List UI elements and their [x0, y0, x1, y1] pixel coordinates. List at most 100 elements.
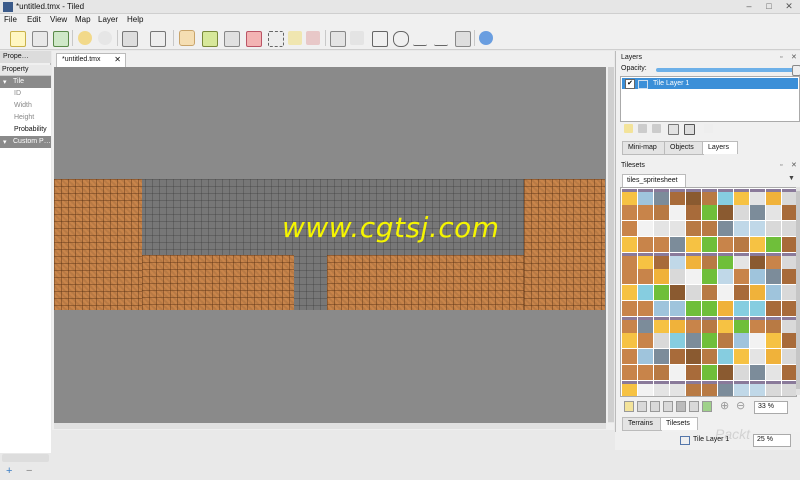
tileset-tile[interactable]	[734, 301, 749, 316]
tileset-tile[interactable]	[686, 349, 701, 364]
tileset-tile[interactable]	[654, 221, 669, 236]
new-map-icon[interactable]	[10, 31, 26, 47]
tileset-tile[interactable]	[766, 333, 781, 348]
tileset-tile[interactable]	[734, 333, 749, 348]
tileset-tile[interactable]	[750, 285, 765, 300]
tileset-tile[interactable]	[750, 333, 765, 348]
tileset-tile[interactable]	[638, 205, 653, 220]
tileset-tile[interactable]	[702, 237, 717, 252]
tileset-tile[interactable]	[670, 221, 685, 236]
undo-icon[interactable]	[78, 31, 92, 45]
remove-tileset-icon[interactable]	[676, 401, 686, 412]
tab-layers[interactable]: Layers	[702, 141, 738, 154]
import-tileset-icon[interactable]	[637, 401, 647, 412]
remove-property-button[interactable]: −	[26, 465, 32, 477]
tileset-tile[interactable]	[702, 269, 717, 284]
tileset-tile[interactable]	[622, 301, 637, 316]
tileset-tile[interactable]	[718, 381, 733, 396]
duplicate-layer-icon[interactable]	[668, 124, 679, 135]
tileset-tile[interactable]	[622, 285, 637, 300]
delete-layer-icon[interactable]	[684, 124, 695, 135]
eraser-icon[interactable]	[246, 31, 262, 47]
tab-mini-map[interactable]: Mini-map	[622, 141, 666, 155]
tileset-tile[interactable]	[638, 237, 653, 252]
export-tileset-icon[interactable]	[650, 401, 660, 412]
tileset-tile[interactable]	[750, 237, 765, 252]
tileset-tile[interactable]	[686, 205, 701, 220]
tab-terrains[interactable]: Terrains	[622, 417, 662, 431]
tileset-tile[interactable]	[670, 269, 685, 284]
tileset-tile[interactable]	[686, 381, 701, 396]
close-tab-icon[interactable]: ✕	[114, 55, 121, 64]
maximize-button[interactable]: □	[762, 1, 776, 12]
tileset-tile[interactable]	[750, 349, 765, 364]
tileset-tile[interactable]	[750, 221, 765, 236]
tileset-tile[interactable]	[638, 269, 653, 284]
tileset-tile[interactable]	[718, 205, 733, 220]
current-layer-label[interactable]: Tile Layer 1	[693, 436, 729, 443]
tileset-tile[interactable]	[702, 381, 717, 396]
tileset-tile[interactable]	[638, 333, 653, 348]
tileset-tile[interactable]	[766, 381, 781, 396]
tileset-tile[interactable]	[734, 269, 749, 284]
toggle-other-layers-icon[interactable]	[704, 124, 713, 133]
tileset-tile[interactable]	[686, 237, 701, 252]
tileset-tile[interactable]	[734, 237, 749, 252]
map-zoom-select[interactable]: 25 %	[753, 434, 791, 447]
tab-untitled-tmx[interactable]: *untitled.tmx ✕	[56, 53, 126, 67]
tileset-tile[interactable]	[638, 365, 653, 380]
map-horizontal-scrollbar[interactable]	[54, 423, 606, 429]
tileset-tile[interactable]	[734, 349, 749, 364]
tileset-tile[interactable]	[654, 269, 669, 284]
move-icon[interactable]	[479, 31, 493, 45]
tab-objects[interactable]: Objects	[664, 141, 704, 155]
tileset-tile[interactable]	[654, 365, 669, 380]
tileset-tile[interactable]	[702, 349, 717, 364]
tileset-properties-icon[interactable]	[663, 401, 673, 412]
tileset-view[interactable]	[620, 187, 797, 397]
float-panel-icon[interactable]: ▫	[780, 162, 787, 169]
insert-ellipse-icon[interactable]	[393, 31, 409, 47]
zoom-out-icon[interactable]: ⊖	[736, 399, 745, 412]
map-canvas[interactable]: www.cgtsj.com	[54, 67, 606, 423]
tileset-tile[interactable]	[638, 285, 653, 300]
dice-icon[interactable]	[150, 31, 166, 47]
tileset-tile[interactable]	[622, 205, 637, 220]
tileset-tile[interactable]	[654, 301, 669, 316]
tileset-tile[interactable]	[750, 301, 765, 316]
menu-layer[interactable]: Layer	[98, 15, 118, 24]
tileset-tile[interactable]	[766, 285, 781, 300]
tileset-tile[interactable]	[782, 205, 796, 220]
menu-map[interactable]: Map	[75, 15, 91, 24]
tileset-tile[interactable]	[622, 381, 637, 396]
tileset-tile[interactable]	[782, 301, 796, 316]
tileset-scrollbar[interactable]	[796, 187, 800, 395]
tileset-tile[interactable]	[782, 349, 796, 364]
add-property-button[interactable]: +	[6, 465, 12, 477]
tileset-tile[interactable]	[670, 365, 685, 380]
insert-rectangle-icon[interactable]	[372, 31, 388, 47]
lower-layer-icon[interactable]	[652, 124, 661, 133]
tileset-tile[interactable]	[718, 301, 733, 316]
layer-visibility-checkbox[interactable]: ✔	[625, 79, 635, 89]
edit-polygons-icon[interactable]	[350, 31, 364, 45]
close-window-button[interactable]: ✕	[782, 1, 796, 12]
tileset-tile[interactable]	[766, 365, 781, 380]
tileset-tile[interactable]	[766, 269, 781, 284]
tileset-tile[interactable]	[638, 349, 653, 364]
tileset-tile[interactable]	[670, 301, 685, 316]
tileset-tile[interactable]	[702, 285, 717, 300]
close-panel-icon[interactable]: ✕	[791, 54, 798, 61]
insert-polyline-icon[interactable]	[434, 31, 448, 46]
tileset-tile[interactable]	[718, 349, 733, 364]
tileset-tile[interactable]	[670, 237, 685, 252]
tileset-tile[interactable]	[766, 237, 781, 252]
bucket-fill-icon[interactable]	[224, 31, 240, 47]
tileset-tile[interactable]	[766, 221, 781, 236]
tileset-tile[interactable]	[686, 221, 701, 236]
tileset-tile[interactable]	[686, 269, 701, 284]
new-layer-icon[interactable]	[624, 124, 633, 133]
tileset-tile[interactable]	[734, 221, 749, 236]
tileset-tile[interactable]	[750, 205, 765, 220]
save-icon[interactable]	[53, 31, 69, 47]
